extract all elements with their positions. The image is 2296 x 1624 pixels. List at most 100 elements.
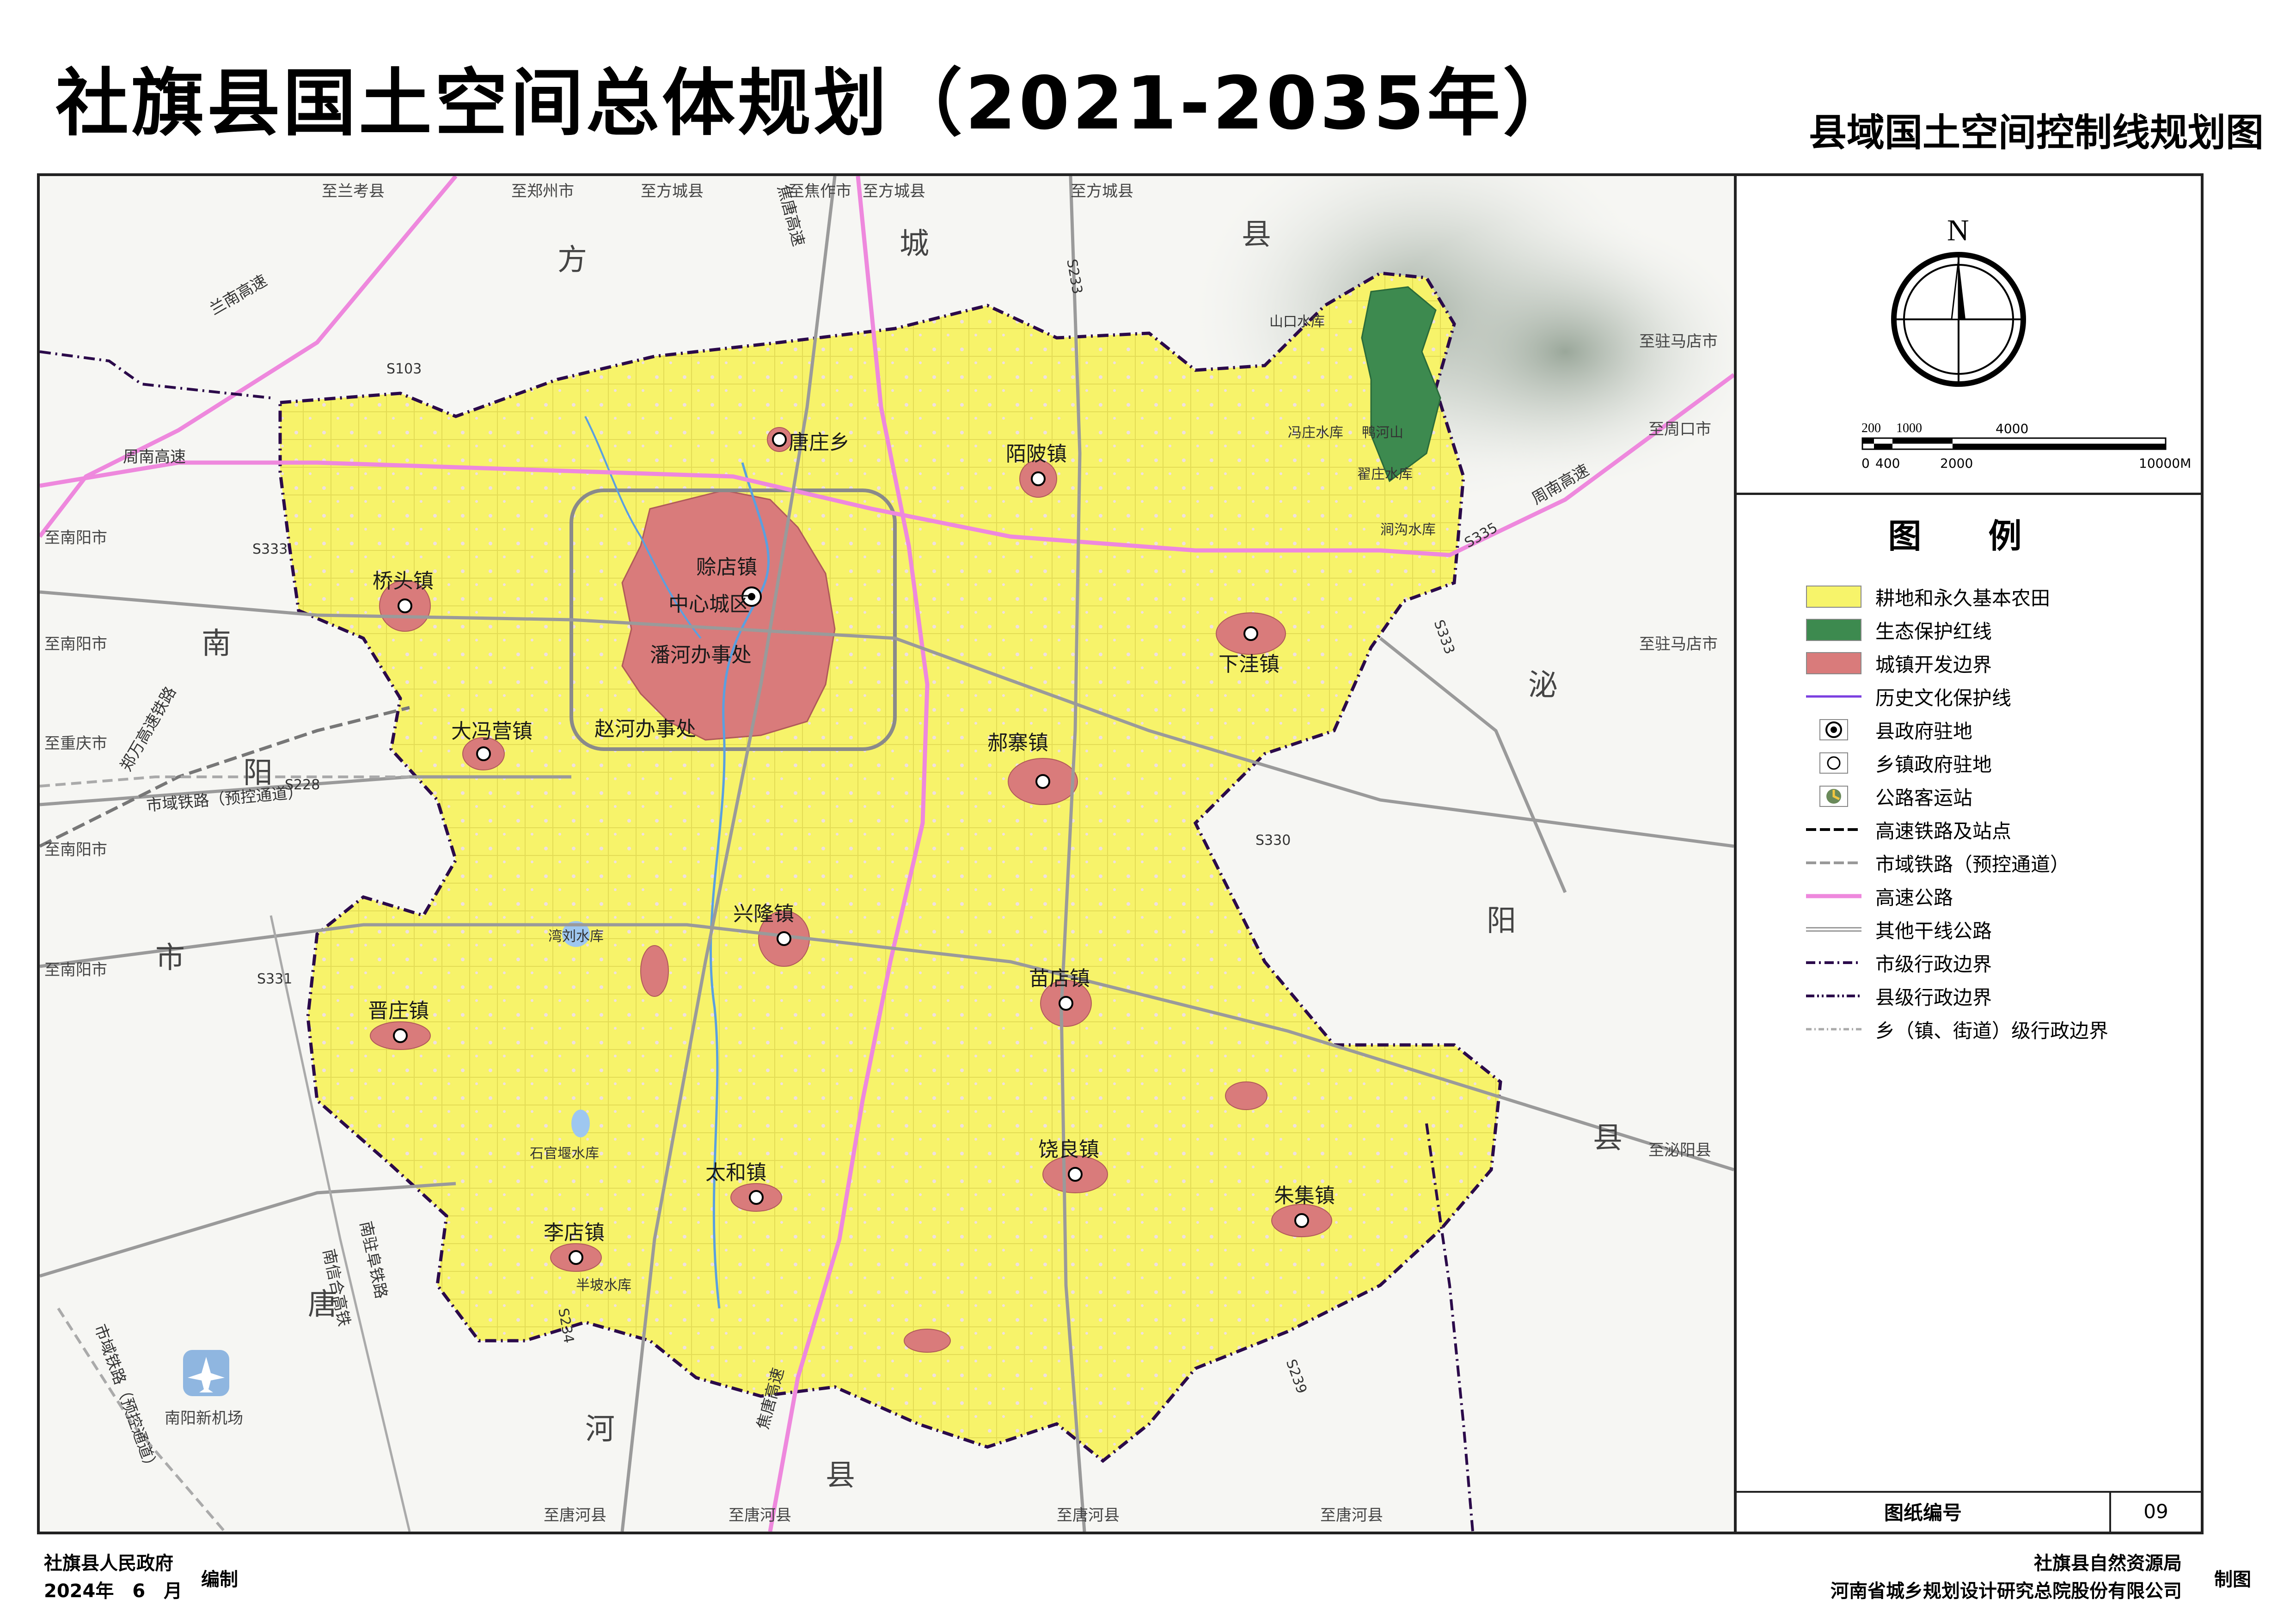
legend-label: 历史文化保护线: [1875, 686, 2012, 709]
legend-title: 图 例: [1888, 517, 2050, 556]
legend-item-expressway: 高速公路: [1806, 882, 1953, 910]
road-label: S331: [257, 971, 293, 987]
city-boundary: [40, 350, 271, 399]
footer-right-action: 制图: [2214, 1569, 2251, 1590]
gray-line-icon: [1806, 918, 1861, 940]
green-fill-swatch-icon: [1806, 619, 1861, 641]
legend-label: 市域铁路（预控通道）: [1875, 853, 2070, 876]
reservoir-label: 翟庄水库: [1357, 466, 1413, 482]
legend-item-town-seat: 乡镇政府驻地: [1806, 749, 1992, 777]
purple-line-icon: [1806, 685, 1861, 708]
footer-left-action: 编制: [201, 1569, 238, 1590]
dotted-gray-line-icon: [1806, 1018, 1861, 1040]
north-label: N: [1947, 214, 1969, 247]
legend-label: 高速公路: [1875, 886, 1953, 909]
region-label: 城: [900, 227, 929, 261]
circle-icon: [1806, 752, 1861, 774]
legend-item-county-seat: 县政府驻地: [1806, 716, 1972, 744]
reservoir-label: 山口水库: [1269, 314, 1325, 330]
region-label: 阳: [1487, 904, 1516, 938]
town-label: 唐庄乡: [789, 431, 850, 454]
north-arrow-box: N 200 1000 4000 0 400 2000 10000M: [1737, 176, 2201, 495]
region-label: 泌: [1528, 668, 1558, 702]
town-label: 兴隆镇: [733, 902, 794, 926]
town-label: 下洼镇: [1218, 653, 1280, 676]
map-frame[interactable]: 赊店镇 中心城区 潘河办事处 赵河办事处 唐庄乡 陌陂镇 桥头镇 下洼镇 大冯营…: [37, 173, 1737, 1534]
destination-label: 至方城县: [641, 182, 704, 201]
scale-label-10000m: 10000M: [2139, 456, 2192, 471]
town-label: 赊店镇: [696, 556, 757, 579]
page-subtitle: 县域国土空间控制线规划图: [1808, 111, 2264, 155]
destination-label: 至唐河县: [729, 1506, 791, 1525]
road-label: S228: [285, 777, 320, 793]
dash-line-gray-icon: [1806, 852, 1861, 874]
compass-icon: [1891, 252, 2026, 387]
road-label: S330: [1255, 832, 1291, 849]
legend-item-farmland: 耕地和永久基本农田: [1806, 583, 2050, 611]
town-label: 朱集镇: [1274, 1184, 1335, 1208]
legend-item-heritage-line: 历史文化保护线: [1806, 683, 2011, 710]
legend-label: 乡（镇、街道）级行政边界: [1875, 1019, 2109, 1042]
scale-label-400: 400: [1875, 456, 1900, 471]
legend-label: 县级行政边界: [1875, 986, 1992, 1009]
dash-line-black-icon: [1806, 818, 1861, 841]
airport-label: 南阳新机场: [165, 1409, 243, 1428]
pink-line-icon: [1806, 885, 1861, 907]
destination-label: 至驻马店市: [1639, 332, 1718, 351]
region-label: 河: [585, 1412, 615, 1447]
page-title: 社旗县国土空间总体规划（2021-2035年）: [55, 61, 1579, 146]
scale-label-4000: 4000: [1996, 421, 2029, 436]
town-label: 潘河办事处: [650, 643, 752, 667]
legend-item-trunk-road: 其他干线公路: [1806, 916, 1992, 943]
reservoir-label: 涧沟水库: [1380, 522, 1436, 538]
sheet-number-label: 图纸编号: [1737, 1491, 2111, 1532]
road-label: 周南高速: [123, 448, 186, 466]
legend-label: 城镇开发边界: [1875, 653, 1992, 676]
bus-station-icon: [1806, 785, 1861, 807]
town-label: 中心城区: [668, 592, 750, 616]
legend-label: 乡镇政府驻地: [1875, 753, 1992, 776]
legend-item-urban-boundary: 城镇开发边界: [1806, 649, 1992, 677]
destination-label: 至方城县: [863, 182, 925, 201]
destination-label: 至泌阳县: [1648, 1141, 1711, 1160]
scale-label-0: 0: [1861, 456, 1870, 471]
town-label: 李店镇: [544, 1221, 605, 1245]
scale-bar: [1861, 437, 2167, 450]
destination-label: 至周口市: [1648, 420, 1711, 439]
town-label: 大冯营镇: [451, 720, 533, 743]
legend-item-ecological: 生态保护红线: [1806, 616, 1992, 644]
town-label: 陌陂镇: [1006, 442, 1067, 466]
shiguanyan-reservoir: [571, 1110, 590, 1137]
legend-label: 高速铁路及站点: [1875, 819, 2012, 843]
region-label: 方: [557, 243, 587, 277]
map-canvas: [40, 176, 1734, 1532]
reservoir-label: 鸭河山: [1362, 425, 1403, 441]
town-label: 桥头镇: [373, 569, 434, 593]
legend-item-township-boundary: 乡（镇、街道）级行政边界: [1806, 1015, 2108, 1043]
bullseye-icon: [1806, 719, 1861, 741]
legend-label: 县政府驻地: [1875, 720, 1973, 743]
destination-label: 至唐河县: [544, 1506, 606, 1525]
footer-right-org1: 社旗县自然资源局: [2034, 1553, 2182, 1574]
region-label: 县: [826, 1459, 855, 1493]
legend-item-county-boundary: 县级行政边界: [1806, 982, 1992, 1010]
destination-label: 至唐河县: [1320, 1506, 1383, 1525]
town-label: 饶良镇: [1038, 1138, 1099, 1161]
road-label: S333: [252, 541, 288, 557]
destination-label: 至南阳市: [44, 841, 107, 859]
pink-fill-swatch-icon: [1806, 652, 1861, 674]
destination-label: 至唐河县: [1057, 1506, 1120, 1525]
footer-left-date: 2024年 6 月: [44, 1581, 183, 1602]
destination-label: 至郑州市: [511, 182, 574, 201]
airport-icon: [183, 1350, 229, 1396]
legend-label: 耕地和永久基本农田: [1875, 586, 2051, 610]
yellow-fill-swatch-icon: [1806, 586, 1861, 608]
road-label: S103: [386, 361, 422, 377]
footer-left-org: 社旗县人民政府: [44, 1553, 173, 1574]
region-label: 市: [155, 941, 185, 975]
reservoir-label: 湾刘水库: [548, 928, 604, 945]
town-label: 太和镇: [705, 1161, 766, 1184]
town-label: 苗店镇: [1029, 967, 1090, 990]
destination-label: 至南阳市: [44, 529, 107, 547]
destination-label: 至驻马店市: [1639, 635, 1718, 653]
